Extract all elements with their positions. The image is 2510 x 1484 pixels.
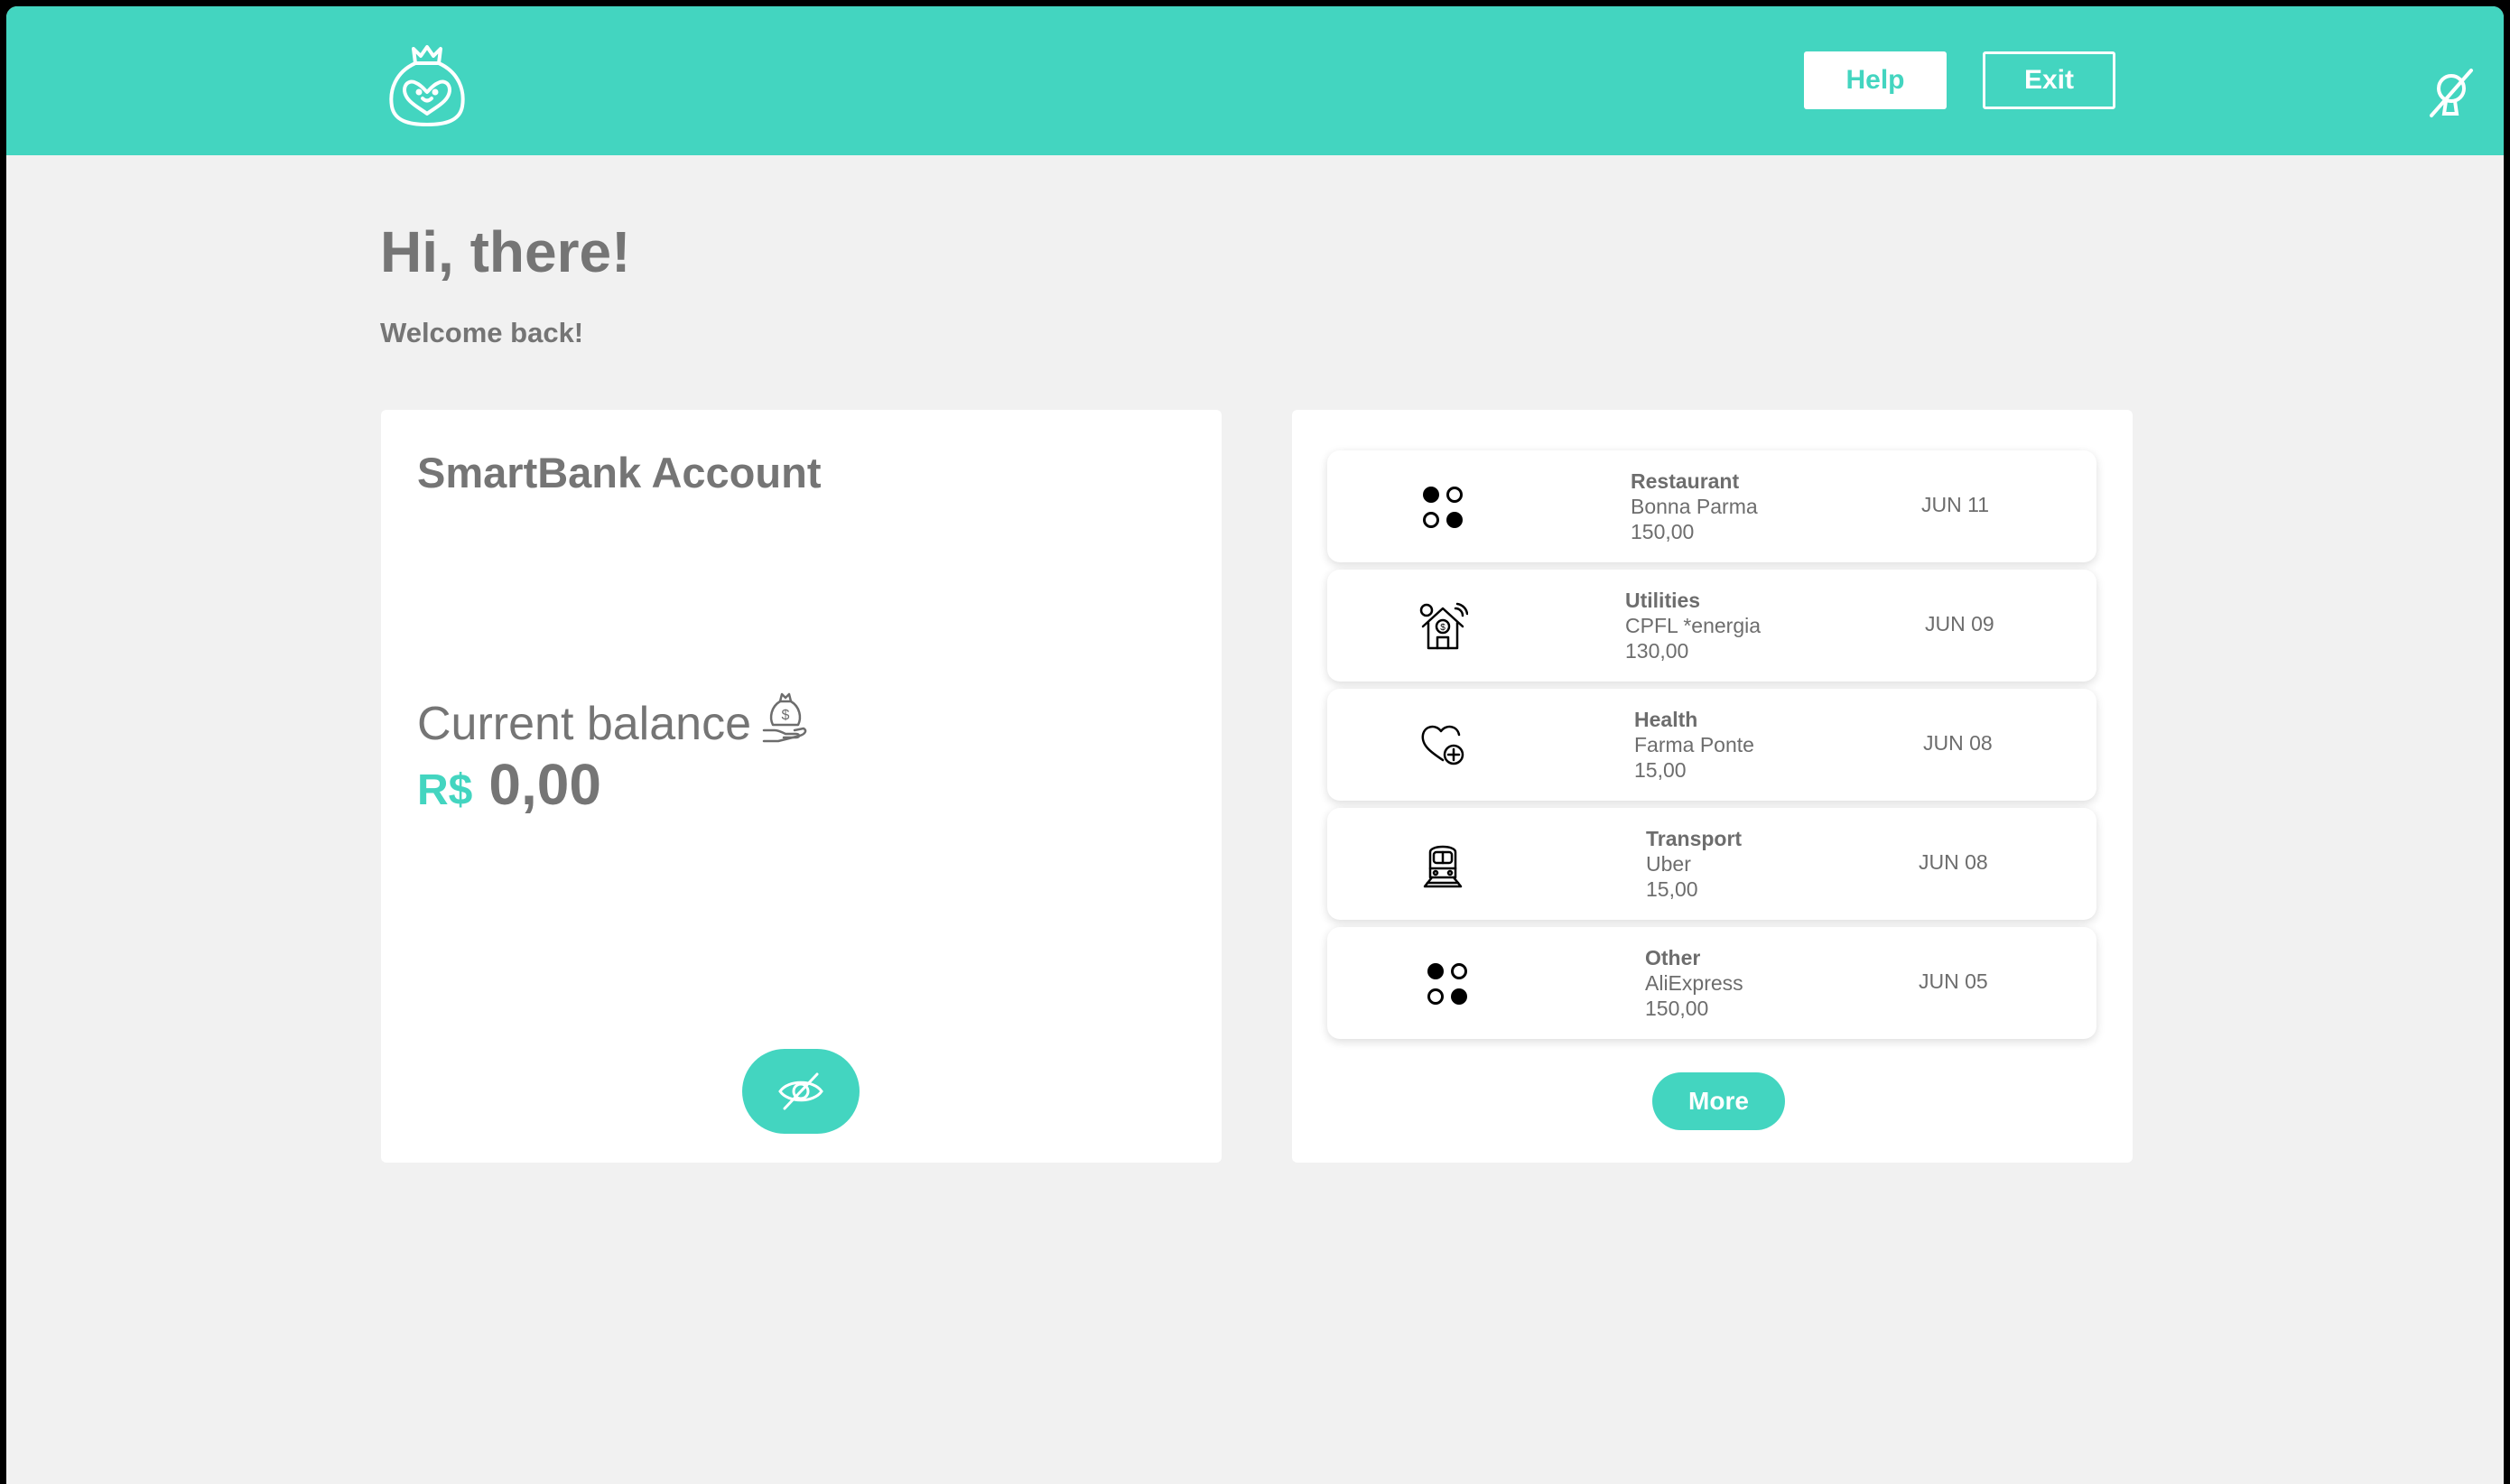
transaction-details: Other AliExpress 150,00 bbox=[1645, 945, 1743, 1021]
svg-text:$: $ bbox=[1440, 623, 1446, 633]
svg-text:$: $ bbox=[782, 708, 790, 723]
transaction-amount: 150,00 bbox=[1645, 997, 1709, 1020]
heart-plus-icon bbox=[1421, 725, 1464, 765]
transaction-amount: 150,00 bbox=[1631, 520, 1695, 543]
transaction-item-health[interactable]: Health Farma Ponte 15,00 JUN 08 bbox=[1327, 689, 2096, 801]
transaction-amount: 15,00 bbox=[1646, 877, 1698, 901]
account-title: SmartBank Account bbox=[417, 449, 822, 496]
transaction-item-transport[interactable]: Transport Uber 15,00 JUN 08 bbox=[1327, 808, 2096, 920]
transaction-merchant: Uber bbox=[1646, 852, 1691, 876]
transaction-category: Other bbox=[1645, 946, 1701, 969]
balance-value: R$ 0,00 bbox=[417, 751, 601, 818]
transaction-date: JUN 09 bbox=[1925, 612, 1994, 635]
smart-home-icon: $ bbox=[1419, 602, 1468, 650]
transaction-merchant: AliExpress bbox=[1645, 971, 1743, 995]
transaction-category: Transport bbox=[1646, 827, 1743, 850]
app-window: Help Exit Hi, there! Welcome back! Smart… bbox=[6, 6, 2504, 1484]
more-button[interactable]: More bbox=[1652, 1072, 1785, 1130]
transaction-amount: 15,00 bbox=[1634, 758, 1687, 782]
transaction-category: Utilities bbox=[1625, 589, 1701, 612]
transaction-date: JUN 08 bbox=[1919, 850, 1988, 874]
currency-symbol: R$ bbox=[417, 766, 473, 814]
dots-grid-icon bbox=[1427, 963, 1467, 1005]
account-card: SmartBank Account Current balance $ R$ 0… bbox=[381, 410, 1222, 1163]
transaction-merchant: Farma Ponte bbox=[1634, 733, 1754, 756]
transaction-item-restaurant[interactable]: Restaurant Bonna Parma 150,00 JUN 11 bbox=[1327, 450, 2096, 562]
transaction-item-utilities[interactable]: $ Utilities CPFL *energia 130,00 JUN 09 bbox=[1327, 570, 2096, 682]
eye-slash-icon bbox=[778, 1072, 823, 1110]
transaction-details: Restaurant Bonna Parma 150,00 bbox=[1631, 468, 1758, 544]
transaction-details: Transport Uber 15,00 bbox=[1646, 826, 1742, 902]
greeting-title: Hi, there! bbox=[380, 219, 631, 284]
transaction-item-other[interactable]: Other AliExpress 150,00 JUN 05 bbox=[1327, 927, 2096, 1039]
transaction-date: JUN 11 bbox=[1921, 493, 1989, 516]
train-icon bbox=[1423, 845, 1463, 888]
transaction-merchant: Bonna Parma bbox=[1631, 495, 1758, 518]
transaction-details: Utilities CPFL *energia 130,00 bbox=[1625, 588, 1761, 663]
top-bar: Help Exit bbox=[6, 6, 2504, 155]
balance-label-row: Current balance $ bbox=[417, 692, 811, 751]
hide-animations-icon[interactable] bbox=[2426, 65, 2477, 119]
transaction-category: Restaurant bbox=[1631, 469, 1740, 493]
dots-grid-icon bbox=[1423, 487, 1463, 528]
transaction-amount: 130,00 bbox=[1625, 639, 1689, 663]
transaction-category: Health bbox=[1634, 708, 1698, 731]
balance-label: Current balance bbox=[417, 698, 751, 750]
transaction-details: Health Farma Ponte 15,00 bbox=[1634, 707, 1754, 783]
transaction-merchant: CPFL *energia bbox=[1625, 614, 1762, 637]
transactions-card: Restaurant Bonna Parma 150,00 JUN 11 $ U… bbox=[1292, 410, 2133, 1163]
transaction-date: JUN 08 bbox=[1923, 731, 1993, 755]
balance-amount: 0,00 bbox=[488, 752, 601, 817]
help-button[interactable]: Help bbox=[1804, 51, 1947, 109]
toggle-balance-button[interactable] bbox=[742, 1049, 860, 1134]
money-bag-heart-icon[interactable] bbox=[386, 38, 468, 128]
exit-button[interactable]: Exit bbox=[1983, 51, 2115, 109]
greeting-subtitle: Welcome back! bbox=[380, 317, 584, 348]
transaction-date: JUN 05 bbox=[1919, 969, 1988, 993]
money-bag-hand-icon: $ bbox=[762, 692, 807, 743]
